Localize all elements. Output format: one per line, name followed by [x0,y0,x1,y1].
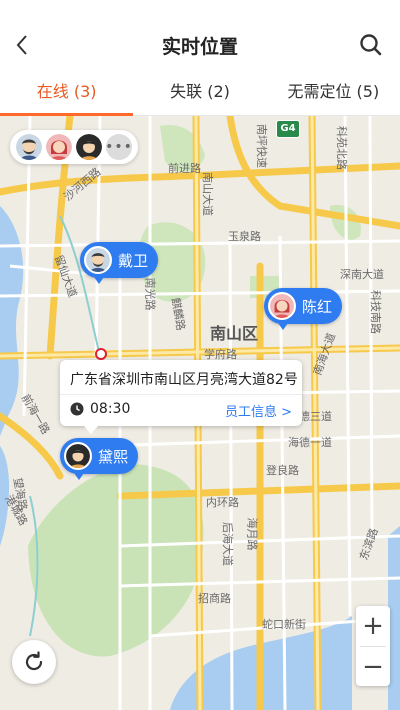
location-time: 08:30 [90,401,131,417]
road-label: 登良路 [266,464,299,477]
highway-g4-badge: G4 [276,120,300,138]
zoom-in-button[interactable]: + [356,606,390,646]
female-avatar-icon [76,134,102,160]
road-label: 玉泉路 [228,230,261,243]
road-label: 科苑北路 [335,126,348,170]
more-avatars-button[interactable]: ••• [105,134,132,160]
employee-marker[interactable]: 戴卫 [80,242,159,284]
avatar [64,442,92,470]
refresh-button[interactable] [12,640,56,684]
road-label: 南坪快速 [255,124,268,168]
zoom-control: + − [356,606,390,686]
employee-marker[interactable]: 陈红 [264,288,343,330]
tab-no-location-needed[interactable]: 无需定位 (5) [267,72,400,115]
road-label: 海月路 [245,517,259,551]
marker-name: 黛熙 [98,447,129,466]
female-avatar-icon [66,444,90,468]
location-info-popup: 广东省深圳市南山区月亮湾大道82号 08:30 员工信息 > [60,360,302,434]
search-button[interactable] [356,30,386,60]
page-title: 实时位置 [161,36,238,58]
avatar[interactable] [16,134,42,160]
avatar [84,246,112,274]
avatar[interactable] [76,134,102,160]
district-label: 南山区 [210,324,259,343]
location-address: 广东省深圳市南山区月亮湾大道82号 [70,372,298,388]
road-label: 招商路 [198,592,231,605]
employee-marker[interactable]: 黛熙 [60,438,139,480]
map-view[interactable]: G4 科苑北路 前进路 南山大道 南坪快速 留仙大道 深南大道 科技南路 南光路… [0,116,400,710]
tab-online[interactable]: 在线 (3) [0,72,134,116]
road-label: 深南大道 [340,268,384,281]
road-label: 内环路 [206,496,239,509]
road-label: 南光路 [143,277,157,311]
search-icon [360,34,382,56]
road-label: 南山大道 [201,172,214,216]
avatar[interactable] [46,134,72,160]
road-label: 前进路 [168,162,201,175]
zoom-out-button[interactable]: − [356,647,390,687]
status-tabs: 在线 (3) 失联 (2) 无需定位 (5) [0,72,400,116]
road-label: 科技南路 [369,290,382,334]
road-label: 后海大道 [221,522,234,566]
divider [60,394,302,395]
female-avatar-icon [46,134,72,160]
employee-info-link[interactable]: 员工信息 > [225,401,292,420]
road-label: 海德一道 [288,436,332,449]
refresh-icon [25,651,43,671]
avatar [268,292,296,320]
clock-icon [70,402,84,416]
road-label: 蛇口新街 [262,618,306,631]
marker-name: 戴卫 [118,251,149,270]
tab-lost-contact[interactable]: 失联 (2) [133,72,266,115]
male-avatar-icon [16,134,42,160]
marker-name: 陈红 [302,297,333,316]
member-avatar-bar: ••• [10,130,138,164]
male-avatar-icon [86,248,110,272]
female-avatar-icon [270,294,294,318]
